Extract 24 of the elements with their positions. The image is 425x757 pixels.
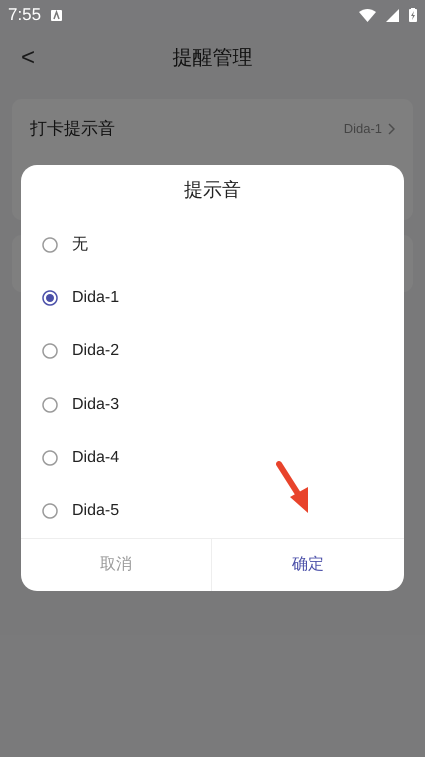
sound-option[interactable]: 无 [21,218,404,272]
page-title: 提醒管理 [172,46,252,71]
sound-option[interactable]: Dida-2 [21,324,404,378]
signal-icon [386,8,399,22]
sound-option[interactable]: Dida-1 [21,271,404,325]
battery-icon [409,8,417,22]
radio-button[interactable] [42,236,58,253]
radio-button[interactable] [42,343,58,360]
back-button[interactable]: < [14,44,42,72]
sound-option[interactable]: Dida-3 [21,378,404,432]
wifi-icon [359,8,376,22]
dialog-title: 提示音 [184,179,241,204]
status-time: 7:55 [8,4,42,26]
sound-option[interactable]: Dida-4 [21,431,404,484]
radio-button[interactable] [42,396,58,413]
radio-button[interactable] [42,290,58,306]
setting-label: 打卡提示音 [30,118,116,140]
chevron-right-icon [388,123,395,135]
radio-button[interactable] [42,503,58,520]
confirm-button[interactable]: 确定 [212,539,404,591]
radio-button[interactable] [42,450,58,466]
setting-value: Dida-1 [344,120,382,138]
sound-option[interactable]: Dida-5 [21,484,404,538]
notification-icon [51,10,62,20]
